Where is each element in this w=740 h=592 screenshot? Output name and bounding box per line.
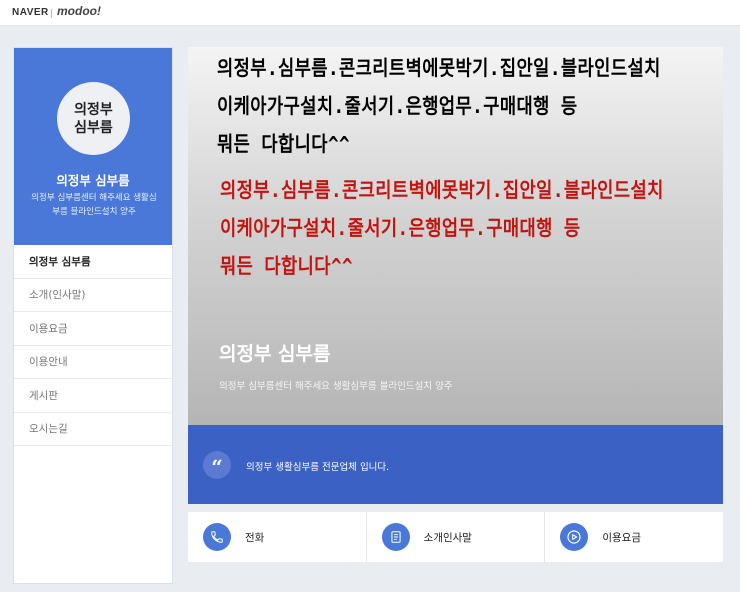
top-bar: NAVER modoo! (0, 0, 740, 26)
quick-link-intro[interactable]: 소개인사말 (367, 512, 546, 562)
hero-subtitle: 의정부 심부름센터 해주세요 생활심부름 블라인드설치 양주 (219, 381, 453, 392)
quote-text: 의정부 생활심부름 전문업체 입니다. (246, 462, 390, 473)
quote-banner: “ 의정부 생활심부름 전문업체 입니다. (188, 425, 723, 504)
profile-card: 의정부 심부름 의정부 심부름 의정부 심부름센터 해주세요 생활심부름 블라인… (14, 48, 172, 245)
sidebar: 의정부 심부름 의정부 심부름 의정부 심부름센터 해주세요 생활심부름 블라인… (13, 47, 173, 584)
quick-link-label: 전화 (245, 532, 265, 544)
quick-link-label: 소개인사말 (423, 532, 472, 544)
quick-links: 전화 소개인사말 이용요금 (188, 512, 723, 562)
quick-link-pricing[interactable]: 이용요금 (545, 512, 723, 562)
brand-divider (51, 9, 52, 18)
quick-link-label: 이용요금 (602, 532, 641, 544)
sidebar-item-directions[interactable]: 오시는길 (14, 413, 172, 446)
sidebar-item-guide[interactable]: 이용안내 (14, 346, 172, 379)
hero-title: 의정부 심부름 (219, 343, 331, 365)
avatar: 의정부 심부름 (57, 82, 130, 155)
sidebar-item-home[interactable]: 의정부 심부름 (14, 245, 172, 279)
quick-link-phone[interactable]: 전화 (188, 512, 367, 562)
sidebar-item-board[interactable]: 게시판 (14, 379, 172, 413)
handwriting-line: 이케아가구설치.줄서기.은행업무.구매대행 등 (220, 216, 581, 240)
hero-banner: 의정부.심부름.콘크리트벽에못박기.집안일.블라인드설치 이케아가구설치.줄서기… (188, 47, 723, 425)
handwriting-line: 뭐든 다합니다^^ (220, 254, 354, 278)
handwriting-black: 의정부.심부름.콘크리트벽에못박기.집안일.블라인드설치 이케아가구설치.줄서기… (217, 49, 661, 163)
quote-icon: “ (203, 451, 231, 479)
handwriting-line: 의정부.심부름.콘크리트벽에못박기.집안일.블라인드설치 (217, 56, 661, 80)
naver-logo[interactable]: NAVER (12, 7, 49, 18)
profile-name: 의정부 심부름 (56, 173, 130, 188)
modoo-logo[interactable]: modoo! (57, 4, 101, 18)
sidebar-nav: 의정부 심부름 소개(인사말) 이용요금 이용안내 게시판 오시는길 (14, 245, 172, 446)
handwriting-line: 뭐든 다합니다^^ (217, 132, 351, 156)
avatar-text: 의정부 심부름 (74, 101, 113, 136)
profile-description: 의정부 심부름센터 해주세요 생활심부름 블라인드설치 양주 (31, 193, 157, 217)
handwriting-red: 의정부.심부름.콘크리트벽에못박기.집안일.블라인드설치 이케아가구설치.줄서기… (220, 171, 664, 285)
phone-icon (203, 523, 231, 551)
play-icon (560, 523, 589, 551)
sidebar-item-intro[interactable]: 소개(인사말) (14, 279, 172, 312)
handwriting-line: 이케아가구설치.줄서기.은행업무.구매대행 등 (217, 94, 578, 118)
sidebar-item-pricing[interactable]: 이용요금 (14, 312, 172, 346)
handwriting-line: 의정부.심부름.콘크리트벽에못박기.집안일.블라인드설치 (220, 178, 664, 202)
document-icon (381, 523, 410, 551)
